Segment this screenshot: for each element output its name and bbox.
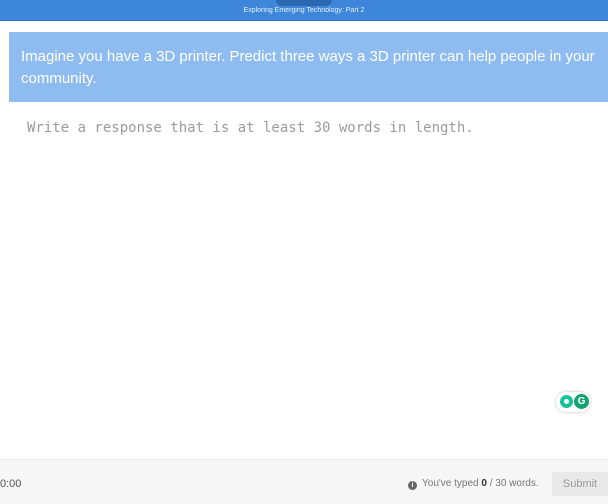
grammarly-icon[interactable]: G <box>574 394 589 409</box>
response-area <box>9 102 608 459</box>
activity-header-bar: Exploring Emerging Technology: Part 2 <box>0 0 608 21</box>
header-tab-handle <box>276 0 332 6</box>
response-input[interactable] <box>9 102 608 459</box>
info-icon: i <box>408 481 417 490</box>
writing-activity-page: Exploring Emerging Technology: Part 2 Im… <box>0 0 608 504</box>
word-count-suffix: words. <box>506 478 539 489</box>
writing-prompt-text: Imagine you have a 3D printer. Predict t… <box>21 48 595 87</box>
activity-footer: 0:00 i You've typed 0 / 30 words. Submit <box>0 459 608 504</box>
lightbulb-icon[interactable] <box>560 395 573 408</box>
word-count-target: 30 <box>495 478 507 489</box>
grammarly-badge[interactable]: G <box>556 392 590 412</box>
submit-button[interactable]: Submit <box>552 472 608 496</box>
activity-title: Exploring Emerging Technology: Part 2 <box>243 7 365 14</box>
word-count-prefix: You've typed <box>422 478 482 489</box>
timer: 0:00 <box>0 478 22 490</box>
writing-prompt-box: Imagine you have a 3D printer. Predict t… <box>9 32 608 102</box>
word-count-status: i You've typed 0 / 30 words. <box>408 478 539 490</box>
